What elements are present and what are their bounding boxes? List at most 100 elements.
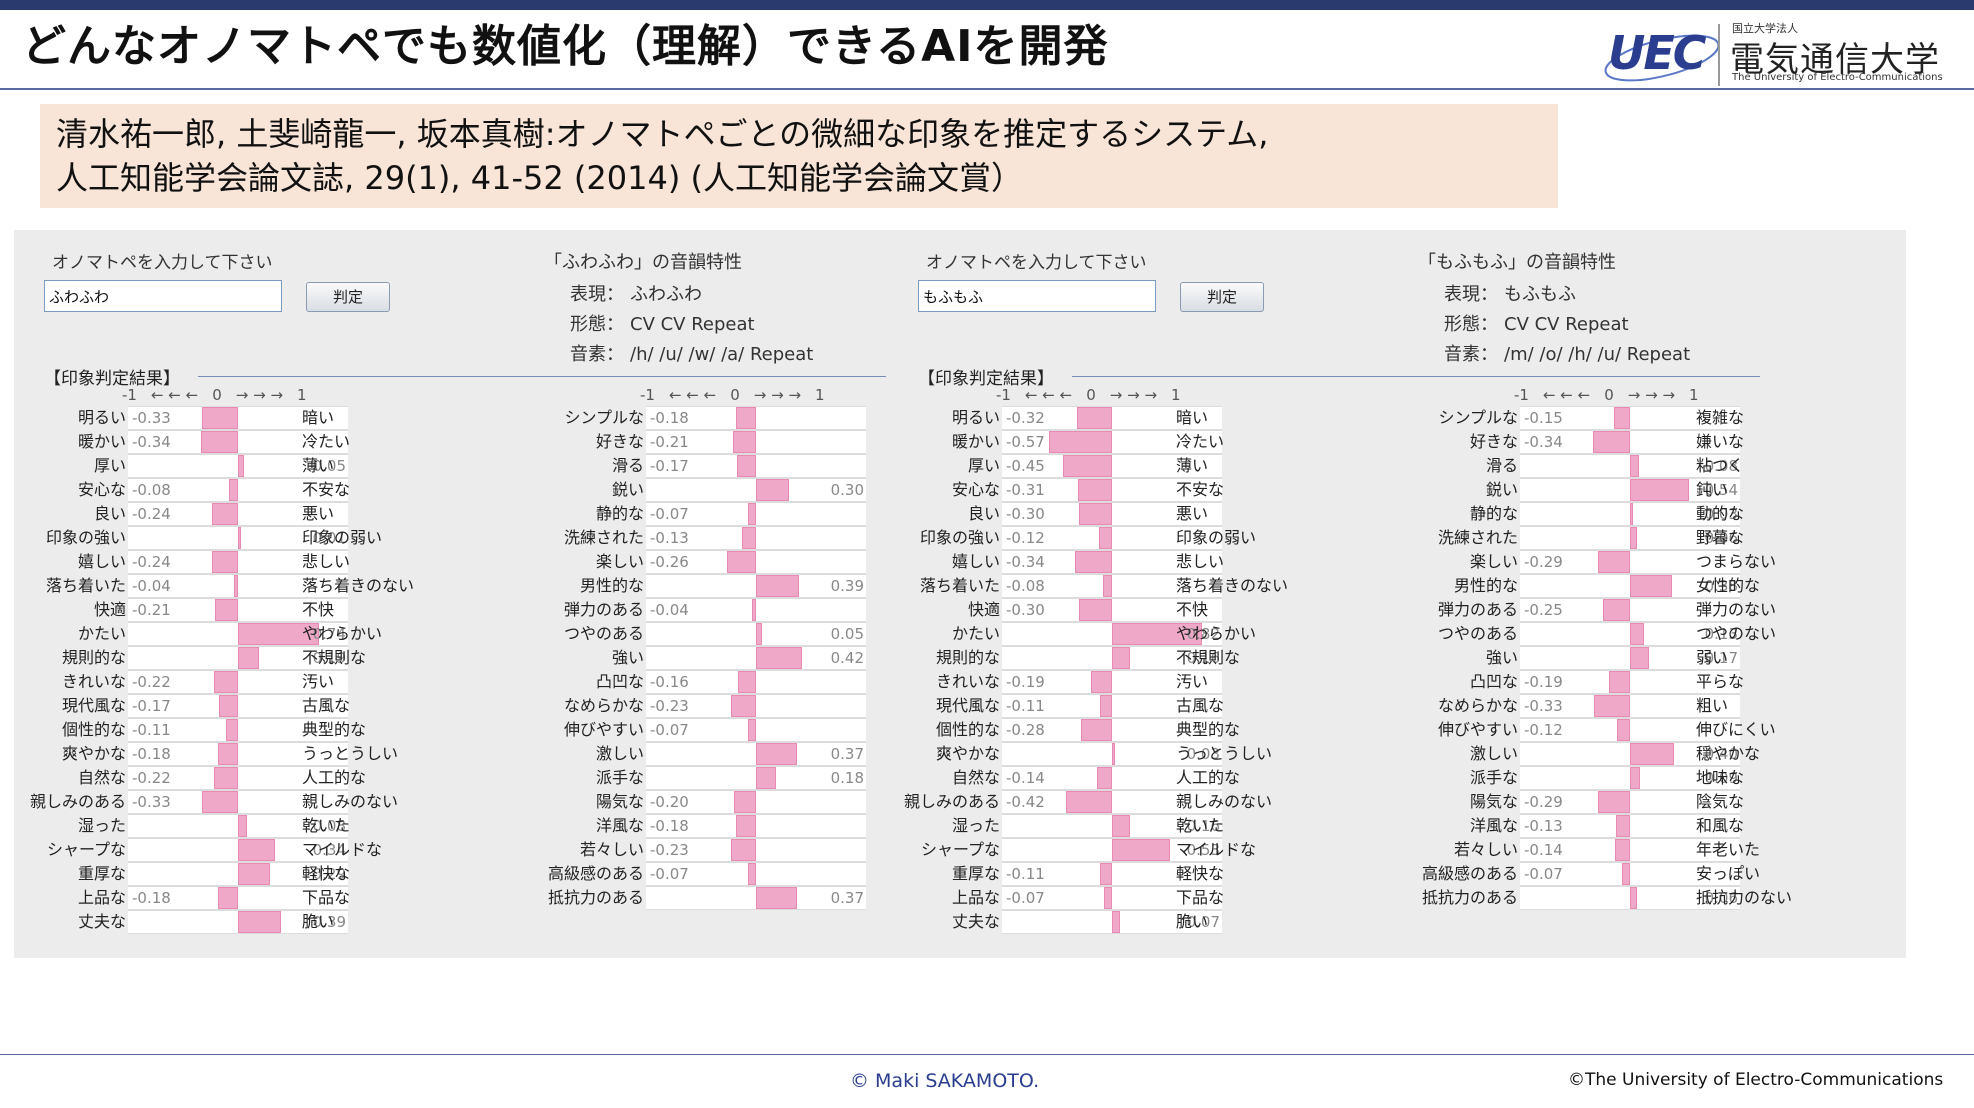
impression-row: 楽しい -0.29 つまらない [888, 550, 1828, 574]
scale-box-neg [646, 478, 756, 502]
impression-value: 0.05 [830, 625, 864, 643]
impression-value: 0.39 [830, 577, 864, 595]
adjective-left: 滑る [1485, 456, 1518, 475]
impression-value: -0.19 [1524, 673, 1563, 691]
impression-row: 高級感のある -0.07 [14, 862, 954, 886]
impression-row: 静的な -0.07 [14, 502, 954, 526]
adjective-left: 若々しい [1453, 840, 1518, 859]
scale-header: -1 ← ← ← 0 → → → 1 [1514, 386, 1699, 404]
university-logo: UEC 国立大学法人 電気通信大学 The University of Elec… [1600, 20, 1950, 90]
adjective-right: 野暮な [1696, 528, 1745, 547]
scale-box-pos [756, 526, 866, 550]
title-divider [0, 88, 1974, 90]
onomatopoeia-input[interactable] [918, 280, 1156, 312]
scale-box-pos [756, 814, 866, 838]
adjective-right: 女性的な [1696, 576, 1761, 595]
adjective-right: 動的な [1696, 504, 1745, 523]
impression-row: 伸びやすい -0.07 [14, 718, 954, 742]
onomatopoeia-input[interactable] [44, 280, 282, 312]
adjective-left: 高級感のある [1421, 864, 1518, 883]
adjective-left: 丈夫な [951, 912, 1000, 931]
adjective-left: つやのある [563, 624, 644, 643]
judge-button[interactable]: 判定 [1180, 282, 1264, 312]
impression-bar [748, 863, 756, 885]
scale-left-arrows: ← ← ← [1024, 386, 1073, 404]
impression-bar [1630, 503, 1634, 525]
impression-value: -0.07 [650, 721, 689, 739]
impression-value: -0.13 [1524, 817, 1563, 835]
phonology-value: ふわふわ [630, 284, 702, 305]
scale-box-pos [756, 430, 866, 454]
adjective-left: シンプルな [564, 408, 644, 427]
phonology-row: 表現： ふわふわ [570, 280, 702, 306]
scale-box-pos [756, 670, 866, 694]
impression-bar [1613, 407, 1630, 429]
impression-bar [756, 887, 797, 909]
scale-box-pos [756, 550, 866, 574]
impression-bar [1630, 455, 1639, 477]
impression-row: 凸凹な -0.19 平らな [888, 670, 1828, 694]
app-window: オノマトペを入力して下さい判定 「ふわふわ」の音韻特性表現： ふわふわ形態： CV C… [14, 230, 1906, 958]
impression-bar [1614, 839, 1630, 861]
scale-box-pos [756, 790, 866, 814]
judge-button[interactable]: 判定 [306, 282, 390, 312]
impression-value: -0.07 [650, 505, 689, 523]
scale-box-neg [646, 742, 756, 766]
impression-bar [1593, 695, 1630, 717]
footer-author: © Maki SAKAMOTO. [850, 1070, 1040, 1092]
phonology-title: 「ふわふわ」の音韻特性 [544, 252, 742, 273]
phonology-key: 形態： [1444, 314, 1498, 335]
adjective-left: 高級感のある [547, 864, 644, 883]
impression-bar [756, 479, 789, 501]
phonology-row: 音素： /m/ /o/ /h/ /u/ Repeat [1444, 340, 1690, 366]
scale-box-neg [1520, 526, 1630, 550]
impression-bar [756, 767, 776, 789]
impression-row: 激しい 0.37 [14, 742, 954, 766]
scale-left-arrows: ← ← ← [150, 386, 199, 404]
impression-row: 鋭い 0.30 [14, 478, 954, 502]
logo-divider [1718, 24, 1720, 86]
impression-row: 弾力のある -0.25 弾力のない [888, 598, 1828, 622]
scale-box-neg [646, 646, 756, 670]
adjective-left: なめらかな [1437, 696, 1518, 715]
adjective-left: 鋭い [1485, 480, 1518, 499]
impression-row: 抵抗力のある 0.37 [14, 886, 954, 910]
scale-right-arrows: → → → [235, 386, 284, 404]
adjective-left: 洋風な [1469, 816, 1518, 835]
footer-divider [0, 1054, 1974, 1055]
scale-box-neg [1520, 574, 1630, 598]
scale-neg: -1 [1514, 386, 1529, 404]
adjective-left: 洗練された [563, 528, 644, 547]
panel-fuwafuwa: オノマトペを入力して下さい判定 「ふわふわ」の音韻特性表現： ふわふわ形態： CV C… [14, 230, 954, 958]
impression-value: -0.29 [1524, 793, 1563, 811]
adjective-right: 粗い [1696, 696, 1729, 715]
adjective-left: 男性的な [1453, 576, 1518, 595]
scale-pos: 1 [815, 386, 825, 404]
scale-box-pos [756, 718, 866, 742]
scale-box-pos [756, 454, 866, 478]
impression-row: 派手な 0.09 地味な [888, 766, 1828, 790]
adjective-left: 派手な [595, 768, 644, 787]
scale-box-pos [756, 598, 866, 622]
impression-value: -0.15 [1524, 409, 1563, 427]
adjective-left: 抵抗力のある [1421, 888, 1518, 907]
impression-row: シンプルな -0.18 [14, 406, 954, 430]
adjective-right: 平らな [1696, 672, 1745, 691]
scale-box-neg [1520, 502, 1630, 526]
adjective-left: 男性的な [579, 576, 644, 595]
adjective-right: 嫌いな [1696, 432, 1745, 451]
adjective-left: 伸びやすい [1437, 720, 1518, 739]
impression-row: つやのある 0.05 [14, 622, 954, 646]
impression-value: 0.37 [830, 745, 864, 763]
impression-row: 洗練された 0.06 野暮な [888, 526, 1828, 550]
scale-zero: 0 [1604, 386, 1614, 404]
phonology-key: 表現： [570, 284, 624, 305]
impression-row: 若々しい -0.14 年老いた [888, 838, 1828, 862]
phonology-key: 形態： [570, 314, 624, 335]
impression-row: 強い 0.42 [14, 646, 954, 670]
adjective-left: 弾力のある [1437, 600, 1518, 619]
scale-right-arrows: → → → [1109, 386, 1158, 404]
scale-box-neg [1520, 766, 1630, 790]
impression-bar [730, 695, 756, 717]
impression-bar [751, 599, 756, 621]
